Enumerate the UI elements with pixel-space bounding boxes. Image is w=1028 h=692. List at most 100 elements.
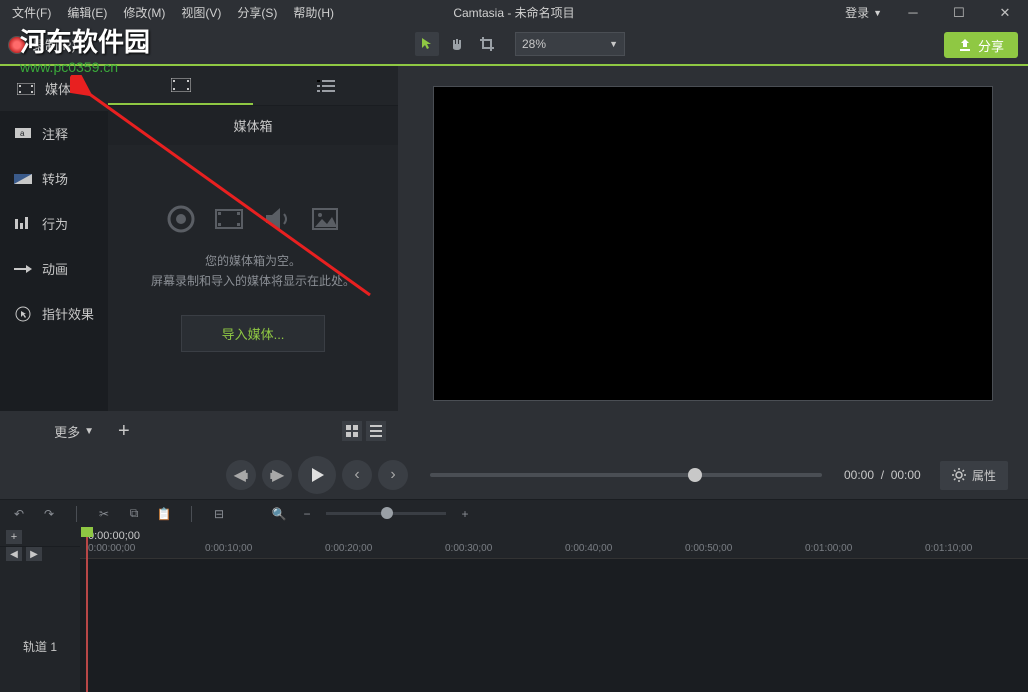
timeline-tick: 0:00:00;00 xyxy=(88,543,135,554)
timeline-toolbar: ↶ ↷ ✂ ⧉ 📋 ⊟ 🔍 − + xyxy=(0,499,1028,527)
timeline-tick: 0:00:10;00 xyxy=(205,543,252,554)
properties-button[interactable]: 属性 xyxy=(940,461,1008,490)
redo-button[interactable]: ↷ xyxy=(40,505,58,523)
undo-button[interactable]: ↶ xyxy=(10,505,28,523)
timeline-tick: 0:01:00;00 xyxy=(805,543,852,554)
share-button[interactable]: 分享 xyxy=(944,32,1018,58)
timeline-left-button[interactable]: ◀ xyxy=(6,547,22,561)
record-button[interactable]: 录制(R) xyxy=(8,35,76,54)
record-icon xyxy=(8,36,26,54)
behavior-icon xyxy=(14,217,32,231)
sidebar-item-transition[interactable]: 转场 xyxy=(0,156,108,201)
prev-frame-button[interactable]: ◀▮ xyxy=(226,460,256,490)
record-circle-icon xyxy=(166,204,196,234)
list-icon xyxy=(317,80,335,92)
media-tab-clips[interactable] xyxy=(108,66,253,105)
annotation-icon: a xyxy=(14,127,32,141)
preview-canvas[interactable] xyxy=(433,86,993,401)
select-tool[interactable] xyxy=(415,32,439,56)
menu-view[interactable]: 视图(V) xyxy=(173,4,229,21)
timeline-timecode: 0:00:00;00 xyxy=(88,530,140,542)
zoom-dropdown[interactable]: 28%▼ xyxy=(515,32,625,56)
main-toolbar: 录制(R) 28%▼ 分享 xyxy=(0,25,1028,66)
step-forward-button[interactable]: › xyxy=(378,460,408,490)
media-tab-library[interactable] xyxy=(253,66,398,105)
list-view-button[interactable] xyxy=(366,421,386,441)
cut-button[interactable]: ✂ xyxy=(95,505,113,523)
sidebar-item-behavior[interactable]: 行为 xyxy=(0,201,108,246)
timeline-right-button[interactable]: ▶ xyxy=(26,547,42,561)
zoom-out-button[interactable]: − xyxy=(298,505,316,523)
upload-icon xyxy=(958,38,972,52)
copy-button[interactable]: ⧉ xyxy=(125,505,143,523)
chevron-down-icon: ▼ xyxy=(873,8,882,18)
timeline-tracks[interactable] xyxy=(80,559,1028,679)
gear-icon xyxy=(952,468,966,482)
filmstrip-icon xyxy=(171,78,191,92)
timeline-tick: 0:00:50;00 xyxy=(685,543,732,554)
titlebar-controls: 登录 ▼ ─ ☐ ✕ xyxy=(837,0,1028,25)
hand-tool[interactable] xyxy=(445,32,469,56)
svg-text:a: a xyxy=(20,129,25,138)
panel-footer: 更多 ▼ + xyxy=(0,411,1028,451)
playback-slider[interactable] xyxy=(430,473,822,477)
transition-icon xyxy=(14,172,32,186)
timeline-zoom-slider[interactable] xyxy=(326,512,446,515)
sidebar-item-annotation[interactable]: a 注释 xyxy=(0,111,108,156)
add-media-button[interactable]: + xyxy=(118,420,130,443)
media-panel: 媒体箱 您的媒体箱为空。 屏幕录制和导入的媒体将显示在此处。 导入媒体... xyxy=(108,66,398,411)
maximize-button[interactable]: ☐ xyxy=(936,0,982,25)
zoom-in-button[interactable]: + xyxy=(456,505,474,523)
play-button[interactable] xyxy=(298,456,336,494)
sidebar-item-media[interactable]: 媒体 xyxy=(0,66,108,111)
playback-controls: ◀▮ ▮▶ ‹ › 00:00 / 00:00 属性 xyxy=(0,451,1028,499)
grid-view-button[interactable] xyxy=(342,421,362,441)
media-header: 媒体箱 xyxy=(108,106,398,145)
media-icon xyxy=(17,82,35,96)
timeline-track-headers: + ◀ ▶ 轨道 1 xyxy=(0,527,80,692)
slider-knob[interactable] xyxy=(688,468,702,482)
image-icon xyxy=(310,204,340,234)
media-empty-text: 您的媒体箱为空。 屏幕录制和导入的媒体将显示在此处。 xyxy=(151,252,355,290)
cursor-effect-icon xyxy=(14,307,32,321)
timeline-tick: 0:00:40;00 xyxy=(565,543,612,554)
split-button[interactable]: ⊟ xyxy=(210,505,228,523)
more-button[interactable]: 更多 xyxy=(54,422,80,441)
chevron-down-icon: ▼ xyxy=(84,426,94,437)
chevron-down-icon: ▼ xyxy=(609,39,618,49)
login-button[interactable]: 登录 ▼ xyxy=(837,4,890,21)
main-area: 媒体 a 注释 转场 行为 动画 指针效果 xyxy=(0,66,1028,411)
menu-share[interactable]: 分享(S) xyxy=(229,4,285,21)
animation-icon xyxy=(14,262,32,276)
media-type-icons xyxy=(166,204,340,234)
sidebar-item-cursor[interactable]: 指针效果 xyxy=(0,291,108,336)
next-frame-button[interactable]: ▮▶ xyxy=(262,460,292,490)
step-back-button[interactable]: ‹ xyxy=(342,460,372,490)
timeline-tick: 0:00:20;00 xyxy=(325,543,372,554)
timeline-tracks-area[interactable]: 0:00:00;00 0:00:00;00 0:00:10;00 0:00:20… xyxy=(80,527,1028,692)
window-title: Camtasia - 未命名项目 xyxy=(453,4,574,21)
zoom-search-icon: 🔍 xyxy=(270,505,288,523)
import-media-button[interactable]: 导入媒体... xyxy=(181,315,326,352)
preview-area xyxy=(398,66,1028,411)
track-1-header[interactable]: 轨道 1 xyxy=(0,616,80,676)
sidebar-item-animation[interactable]: 动画 xyxy=(0,246,108,291)
menu-file[interactable]: 文件(F) xyxy=(4,4,59,21)
video-icon xyxy=(214,204,244,234)
minimize-button[interactable]: ─ xyxy=(890,0,936,25)
sidebar: 媒体 a 注释 转场 行为 动画 指针效果 xyxy=(0,66,108,411)
playback-time: 00:00 / 00:00 xyxy=(844,468,934,482)
crop-tool[interactable] xyxy=(475,32,499,56)
close-button[interactable]: ✕ xyxy=(982,0,1028,25)
menu-edit[interactable]: 编辑(E) xyxy=(59,4,115,21)
menu-modify[interactable]: 修改(M) xyxy=(115,4,173,21)
add-track-button[interactable]: + xyxy=(6,530,22,544)
timeline-tick: 0:01:10;00 xyxy=(925,543,972,554)
timeline-playhead[interactable] xyxy=(86,527,88,692)
audio-icon xyxy=(262,204,292,234)
timeline-tick: 0:00:30;00 xyxy=(445,543,492,554)
paste-button[interactable]: 📋 xyxy=(155,505,173,523)
menu-help[interactable]: 帮助(H) xyxy=(285,4,342,21)
timeline: + ◀ ▶ 轨道 1 0:00:00;00 0:00:00;00 0:00:10… xyxy=(0,527,1028,692)
timeline-ruler[interactable]: 0:00:00;00 0:00:00;00 0:00:10;00 0:00:20… xyxy=(80,527,1028,559)
